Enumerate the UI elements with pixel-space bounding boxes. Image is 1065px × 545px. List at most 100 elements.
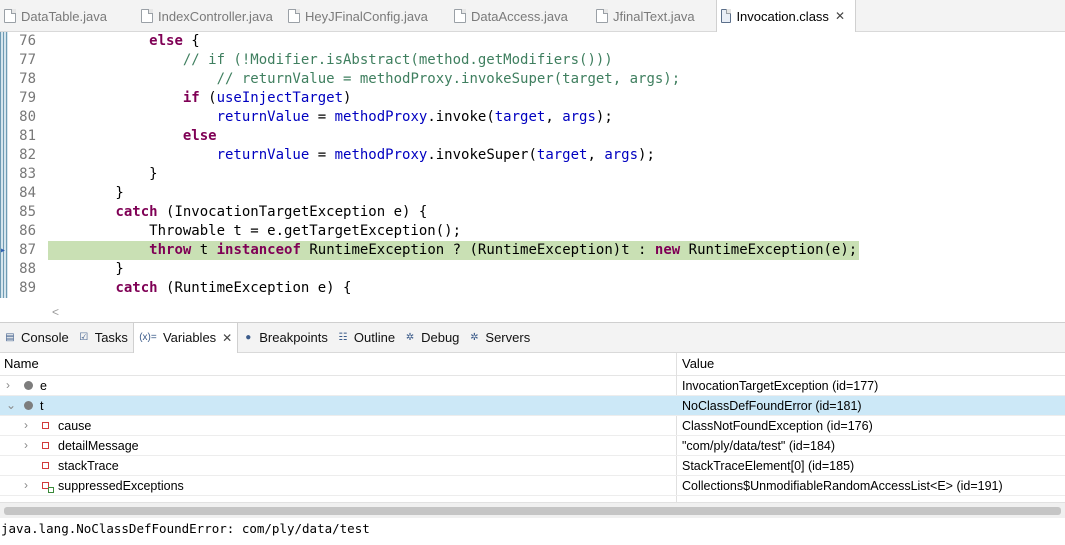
code-text: } bbox=[48, 166, 158, 182]
close-icon[interactable]: ✕ bbox=[835, 9, 845, 23]
instruction-pointer-icon: ▸ bbox=[0, 245, 7, 256]
expand-icon[interactable]: › bbox=[6, 378, 10, 392]
line-number: 84 bbox=[19, 185, 36, 201]
variables-horizontal-scrollbar[interactable] bbox=[0, 502, 1065, 518]
line-number: 79 bbox=[19, 90, 36, 106]
expand-icon[interactable]: › bbox=[24, 438, 28, 452]
code-line[interactable]: 88 } bbox=[0, 260, 1065, 279]
editor-tab[interactable]: IndexController.java bbox=[137, 0, 284, 32]
expand-icon[interactable]: › bbox=[24, 418, 28, 432]
variable-detail-pane[interactable]: java.lang.NoClassDefFoundError: com/ply/… bbox=[0, 521, 1065, 545]
line-number: 89 bbox=[19, 280, 36, 296]
variables-icon: (x)= bbox=[139, 332, 157, 343]
view-tab-debug[interactable]: ✲ Debug bbox=[400, 323, 464, 353]
variable-value: NoClassDefFoundError (id=181) bbox=[682, 399, 862, 413]
java-file-icon bbox=[288, 9, 300, 23]
variable-value: InvocationTargetException (id=177) bbox=[682, 379, 879, 393]
code-line[interactable]: 77 // if (!Modifier.isAbstract(method.ge… bbox=[0, 51, 1065, 70]
line-number: 80 bbox=[19, 109, 36, 125]
variables-table-header: Name Value bbox=[0, 353, 1065, 376]
variable-row[interactable]: ⌄ t NoClassDefFoundError (id=181) bbox=[0, 396, 1065, 416]
java-file-icon bbox=[454, 9, 466, 23]
tasks-icon: ☑ bbox=[79, 332, 89, 343]
code-line[interactable]: 82 returnValue = methodProxy.invokeSuper… bbox=[0, 146, 1065, 165]
private-field-icon bbox=[42, 442, 49, 449]
variable-row[interactable]: stackTrace StackTraceElement[0] (id=185) bbox=[0, 456, 1065, 476]
view-tab-breakpoints[interactable]: ● Breakpoints bbox=[238, 323, 333, 353]
code-text: throw t instanceof RuntimeException ? (R… bbox=[48, 241, 860, 260]
line-number: 81 bbox=[19, 128, 36, 144]
code-line[interactable]: 83 } bbox=[0, 165, 1065, 184]
code-text: } bbox=[48, 261, 124, 277]
view-tab-label: Servers bbox=[485, 330, 531, 345]
view-tab-label: Tasks bbox=[94, 330, 128, 345]
variable-row[interactable]: › e InvocationTargetException (id=177) bbox=[0, 376, 1065, 396]
debug-panel: ▤ Console ☑ Tasks (x)= Variables ✕ ● Breakpoints… bbox=[0, 322, 1065, 545]
outline-icon: ☷ bbox=[338, 332, 348, 343]
variable-row[interactable]: › cause ClassNotFoundException (id=176) bbox=[0, 416, 1065, 436]
view-tab-label: Outline bbox=[353, 330, 396, 345]
code-text: if (useInjectTarget) bbox=[182, 90, 352, 106]
variable-value: "com/ply/data/test" (id=184) bbox=[682, 439, 836, 453]
expand-icon[interactable]: › bbox=[24, 478, 28, 492]
editor-tab-label: JfinalText.java bbox=[613, 8, 695, 24]
code-line[interactable]: 76 else { bbox=[0, 32, 1065, 51]
view-tab-variables[interactable]: (x)= Variables ✕ bbox=[132, 322, 239, 353]
private-field-icon bbox=[42, 422, 49, 429]
code-text: returnValue = methodProxy.invokeSuper(ta… bbox=[216, 147, 655, 163]
editor-tab-label: DataTable.java bbox=[21, 8, 107, 24]
code-line[interactable]: 78 // returnValue = methodProxy.invokeSu… bbox=[0, 70, 1065, 89]
code-line[interactable]: 89 catch (RuntimeException e) { bbox=[0, 279, 1065, 298]
code-text: else bbox=[182, 128, 217, 144]
code-text: // if (!Modifier.isAbstract(method.getMo… bbox=[182, 52, 613, 68]
editor-tab[interactable]: DataAccess.java bbox=[450, 0, 592, 32]
close-icon[interactable]: ✕ bbox=[222, 331, 232, 345]
current-code-line[interactable]: 87 throw t instanceof RuntimeException ?… bbox=[0, 241, 1065, 260]
editor-horizontal-scrollbar[interactable]: < bbox=[48, 305, 1065, 319]
code-line[interactable]: 80 returnValue = methodProxy.invoke(targ… bbox=[0, 108, 1065, 127]
local-variable-icon bbox=[24, 401, 33, 410]
code-text: catch (InvocationTargetException e) { bbox=[115, 204, 428, 220]
code-line[interactable]: 81 else bbox=[0, 127, 1065, 146]
editor-tab-label: Invocation.class bbox=[736, 8, 829, 24]
view-tab-console[interactable]: ▤ Console bbox=[0, 323, 74, 353]
view-tab-outline[interactable]: ☷ Outline bbox=[333, 323, 400, 353]
view-tab-servers[interactable]: ✲ Servers bbox=[464, 323, 535, 353]
variable-row[interactable]: › detailMessage "com/ply/data/test" (id=18… bbox=[0, 436, 1065, 456]
view-tab-label: Console bbox=[21, 330, 69, 345]
console-icon: ▤ bbox=[5, 332, 15, 343]
view-tab-tasks[interactable]: ☑ Tasks bbox=[74, 323, 133, 353]
variable-value: Collections$UnmodifiableRandomAccessList… bbox=[682, 479, 1003, 493]
code-line[interactable]: 84 } bbox=[0, 184, 1065, 203]
code-line[interactable]: 85 catch (InvocationTargetException e) { bbox=[0, 203, 1065, 222]
variable-name: detailMessage bbox=[58, 439, 139, 453]
column-header-value[interactable]: Value bbox=[682, 356, 714, 371]
scrollbar-thumb[interactable] bbox=[4, 507, 1061, 515]
variable-name: cause bbox=[58, 419, 92, 433]
editor-tab[interactable]: Invocation.class ✕ bbox=[716, 0, 856, 32]
collapse-icon[interactable]: ⌄ bbox=[6, 398, 16, 412]
code-line[interactable]: 86 Throwable t = e.getTargetException(); bbox=[0, 222, 1065, 241]
class-file-icon bbox=[721, 9, 732, 23]
code-text: catch (RuntimeException e) { bbox=[115, 280, 352, 296]
line-number: 83 bbox=[19, 166, 36, 182]
breakpoints-icon: ● bbox=[245, 332, 252, 343]
variable-value: StackTraceElement[0] (id=185) bbox=[682, 459, 855, 473]
code-text: } bbox=[48, 185, 124, 201]
line-number: 82 bbox=[19, 147, 36, 163]
editor-tab-label: IndexController.java bbox=[158, 8, 273, 24]
code-text: // returnValue = methodProxy.invokeSuper… bbox=[216, 71, 681, 87]
editor-tab[interactable]: DataTable.java bbox=[0, 0, 137, 32]
editor-tab[interactable]: HeyJFinalConfig.java bbox=[284, 0, 450, 32]
view-tab-label: Variables bbox=[162, 330, 217, 345]
servers-icon: ✲ bbox=[470, 332, 479, 343]
variable-name: stackTrace bbox=[58, 459, 119, 473]
code-line[interactable]: 79 if (useInjectTarget) bbox=[0, 89, 1065, 108]
editor-tab[interactable]: JfinalText.java bbox=[592, 0, 716, 32]
code-editor[interactable]: < 76 else {77 // if (!Modifier.isAbstrac… bbox=[0, 32, 1065, 319]
variable-row[interactable]: › suppressedExceptions Collections$Unmodif… bbox=[0, 476, 1065, 496]
java-file-icon bbox=[4, 9, 16, 23]
column-header-name[interactable]: Name bbox=[4, 356, 39, 371]
variable-name: suppressedExceptions bbox=[58, 479, 184, 493]
code-text: Throwable t = e.getTargetException(); bbox=[48, 223, 462, 239]
